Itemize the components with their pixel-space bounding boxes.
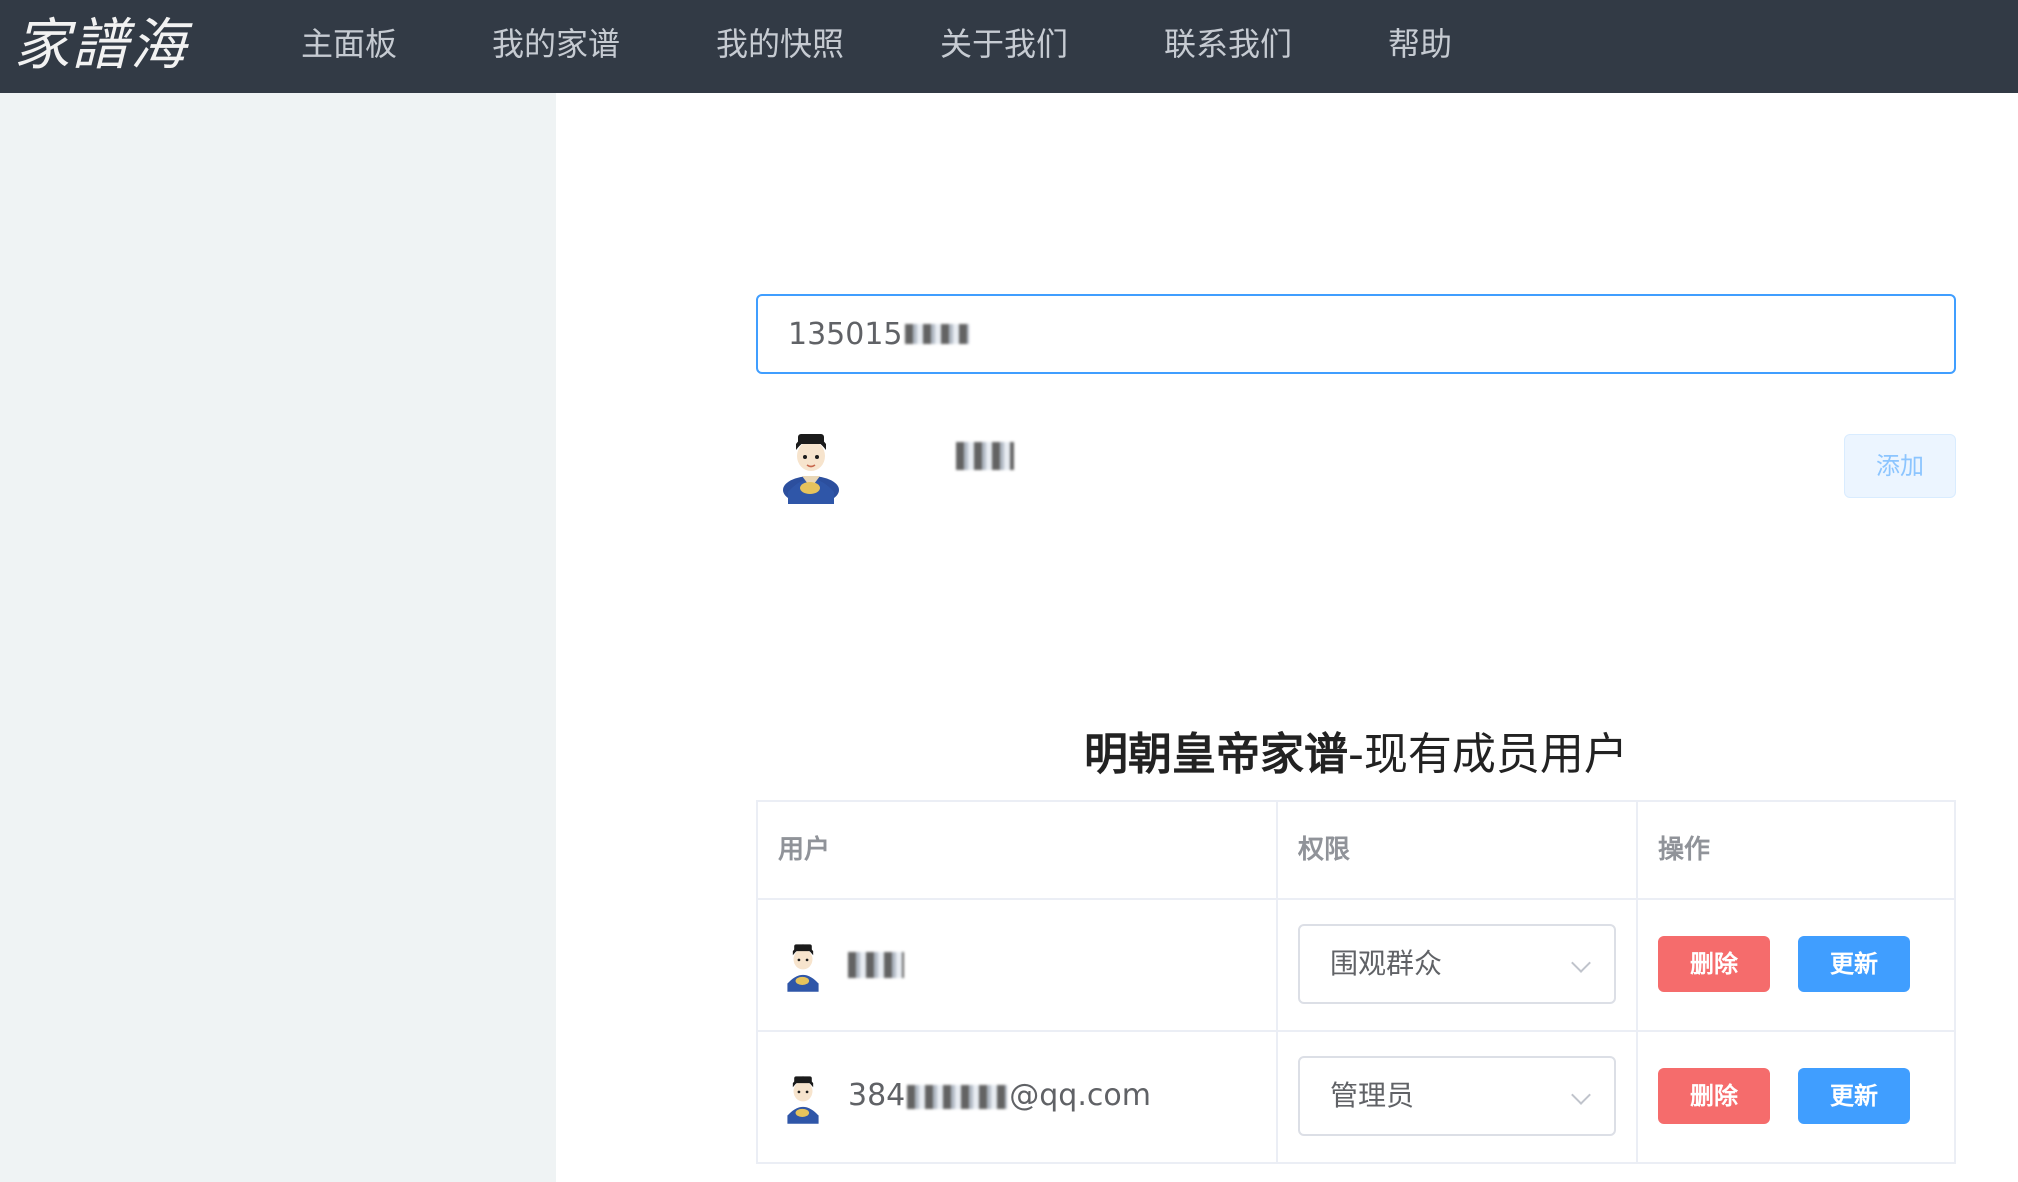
nav-item-dashboard[interactable]: 主面板 (301, 0, 397, 93)
brand-logo[interactable]: 家譜海 (14, 10, 188, 82)
column-header-actions: 操作 (1658, 835, 1711, 865)
permission-select[interactable]: 管理员 (1298, 1056, 1616, 1136)
user-email-domain: @qq.com (1009, 1078, 1151, 1113)
actions-cell: 删除 更新 (1638, 900, 1954, 1030)
table-row: 384 @qq.com 管理员 删除 更新 (758, 1032, 1954, 1164)
redacted-user-name (956, 442, 1014, 470)
update-button[interactable]: 更新 (1798, 936, 1910, 992)
family-tree-name: 明朝皇帝家谱 (1084, 729, 1349, 780)
permission-select-value: 管理员 (1330, 1079, 1415, 1112)
update-button[interactable]: 更新 (1798, 1068, 1910, 1124)
left-sidebar (0, 93, 556, 1182)
table-row: 围观群众 删除 更新 (758, 900, 1954, 1032)
column-header-user: 用户 (758, 802, 1278, 898)
actions-cell: 删除 更新 (1638, 1032, 1954, 1162)
permission-cell: 管理员 (1278, 1032, 1638, 1162)
permission-select-value: 围观群众 (1330, 947, 1443, 980)
delete-button[interactable]: 删除 (1658, 936, 1770, 992)
nav-item-about-us[interactable]: 关于我们 (940, 0, 1068, 93)
nav-item-my-snapshots[interactable]: 我的快照 (716, 0, 844, 93)
user-identifier (848, 940, 904, 988)
column-header-permission: 权限 (1278, 802, 1638, 898)
add-member-button[interactable]: 添加 (1844, 434, 1956, 498)
avatar-icon (787, 1076, 819, 1124)
nav-item-my-family-tree[interactable]: 我的家谱 (492, 0, 620, 93)
user-cell: 384 @qq.com (758, 1032, 1278, 1162)
avatar-icon (783, 434, 839, 504)
top-navbar: 家譜海 主面板 我的家谱 我的快照 关于我们 联系我们 帮助 (0, 0, 2018, 93)
members-section-title: 明朝皇帝家谱-现有成员用户 (756, 718, 1956, 782)
user-email-prefix: 384 (848, 1078, 906, 1113)
chevron-down-icon (1571, 1085, 1591, 1105)
chevron-down-icon (1571, 953, 1591, 973)
permission-select[interactable]: 围观群众 (1298, 924, 1616, 1004)
user-cell (758, 900, 1278, 1030)
search-result-row: 添加 (756, 418, 1956, 508)
section-subtitle: -现有成员用户 (1348, 729, 1628, 780)
redacted-text (904, 324, 969, 344)
nav-item-contact-us[interactable]: 联系我们 (1164, 0, 1292, 93)
redacted-user-name (848, 951, 904, 978)
members-table: 用户 权限 操作 围观群众 删除 更新 384 @qq.com 管理员 删除 更… (756, 800, 1956, 1164)
permission-cell: 围观群众 (1278, 900, 1638, 1030)
nav-item-help[interactable]: 帮助 (1388, 0, 1452, 93)
avatar-icon (787, 944, 819, 992)
redacted-text (907, 1084, 1008, 1109)
delete-button[interactable]: 删除 (1658, 1068, 1770, 1124)
user-search-input[interactable]: 135015 (756, 294, 1956, 374)
table-header-row: 用户 权限 操作 (758, 802, 1954, 900)
user-email: 384 @qq.com (848, 1072, 1151, 1120)
search-input-value: 135015 (788, 316, 903, 352)
